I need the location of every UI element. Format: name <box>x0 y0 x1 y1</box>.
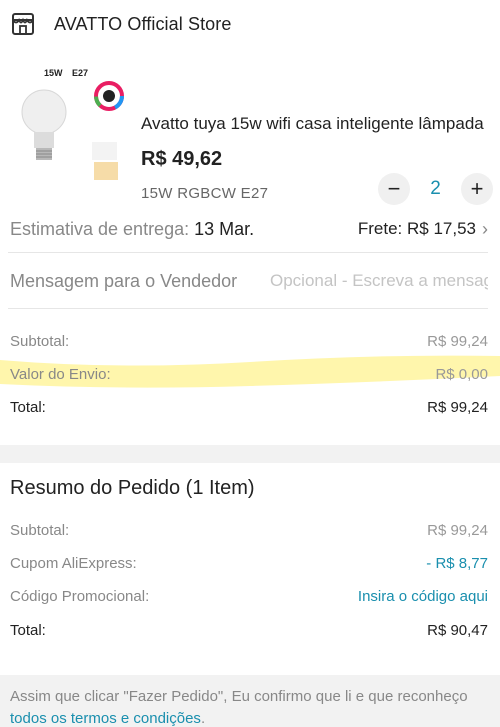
chevron-right-icon: › <box>482 218 488 239</box>
increment-button[interactable]: + <box>461 173 493 205</box>
summary-total-label: Total: <box>10 621 46 639</box>
promo-code-row: Código Promocional: Insira o código aqui <box>10 581 488 611</box>
summary-subtotal-value: R$ 99,24 <box>427 521 488 539</box>
store-shipping-row: Valor do Envio: R$ 0,00 <box>10 359 488 389</box>
total-label: Total: <box>10 398 46 416</box>
order-summary-title: Resumo do Pedido (1 Item) <box>10 477 255 499</box>
quantity-stepper: − 2 + <box>378 173 493 205</box>
terms-link[interactable]: todos os termos e condições <box>10 710 201 727</box>
delivery-row: Estimativa de entrega: 13 Mar. Frete: R$… <box>10 210 488 248</box>
promo-code-label: Código Promocional: <box>10 587 150 605</box>
terms-notice: Assim que clicar "Fazer Pedido", Eu conf… <box>0 675 500 727</box>
product-image[interactable]: 15W E27 <box>12 62 125 180</box>
coupon-label: Cupom AliExpress: <box>10 554 137 572</box>
shipping-fee: Frete: R$ 17,53 <box>357 219 476 238</box>
order-summary-card: Resumo do Pedido (1 Item) Subtotal: R$ 9… <box>0 463 500 675</box>
enter-promo-code-link[interactable]: Insira o código aqui <box>358 588 488 605</box>
seller-message-row: Mensagem para o Vendedor <box>10 263 488 299</box>
store-icon <box>12 13 34 35</box>
delivery-estimate: Estimativa de entrega: 13 Mar. <box>10 219 254 240</box>
store-card: AVATTO Official Store 15W E27 Avatto tuy… <box>0 0 500 445</box>
total-value: R$ 99,24 <box>427 398 488 416</box>
delivery-date: 13 Mar. <box>194 218 255 239</box>
product-variant[interactable]: 15W RGBCW E27 <box>141 185 268 202</box>
store-name[interactable]: AVATTO Official Store <box>54 14 232 35</box>
quantity-value: 2 <box>430 178 441 199</box>
seller-message-input[interactable] <box>270 271 488 291</box>
subtotal-label: Subtotal: <box>10 332 70 350</box>
store-header[interactable]: AVATTO Official Store <box>0 0 500 48</box>
coupon-value[interactable]: - R$ 8,77 <box>426 555 488 572</box>
summary-subtotal-label: Subtotal: <box>10 521 70 539</box>
subtotal-value: R$ 99,24 <box>427 332 488 350</box>
summary-total-value: R$ 90,47 <box>427 621 488 639</box>
divider <box>8 308 488 309</box>
store-total-row: Total: R$ 99,24 <box>10 392 488 422</box>
summary-subtotal-row: Subtotal: R$ 99,24 <box>10 515 488 545</box>
product-title[interactable]: Avatto tuya 15w wifi casa inteligente lâ… <box>141 114 491 134</box>
image-label-15w: 15W <box>44 68 63 78</box>
product-item: 15W E27 Avatto tuya 15w wifi casa inteli… <box>0 48 500 205</box>
seller-message-label: Mensagem para o Vendedor <box>10 270 238 291</box>
terms-text: Assim que clicar "Fazer Pedido", Eu conf… <box>10 688 468 705</box>
shipping-value-label: Valor do Envio: <box>10 365 111 383</box>
divider <box>8 252 488 253</box>
delivery-label: Estimativa de entrega: <box>10 218 195 239</box>
summary-total-row: Total: R$ 90,47 <box>10 615 488 645</box>
decrement-button[interactable]: − <box>378 173 410 205</box>
shipping-option-link[interactable]: Frete: R$ 17,53 › <box>358 219 488 240</box>
terms-end: . <box>200 710 206 727</box>
coupon-row[interactable]: Cupom AliExpress: - R$ 8,77 <box>10 548 488 578</box>
shipping-value: R$ 0,00 <box>435 365 488 383</box>
product-price: R$ 49,62 <box>141 148 223 170</box>
store-subtotal-row: Subtotal: R$ 99,24 <box>10 326 488 356</box>
image-label-e27: E27 <box>72 68 88 78</box>
